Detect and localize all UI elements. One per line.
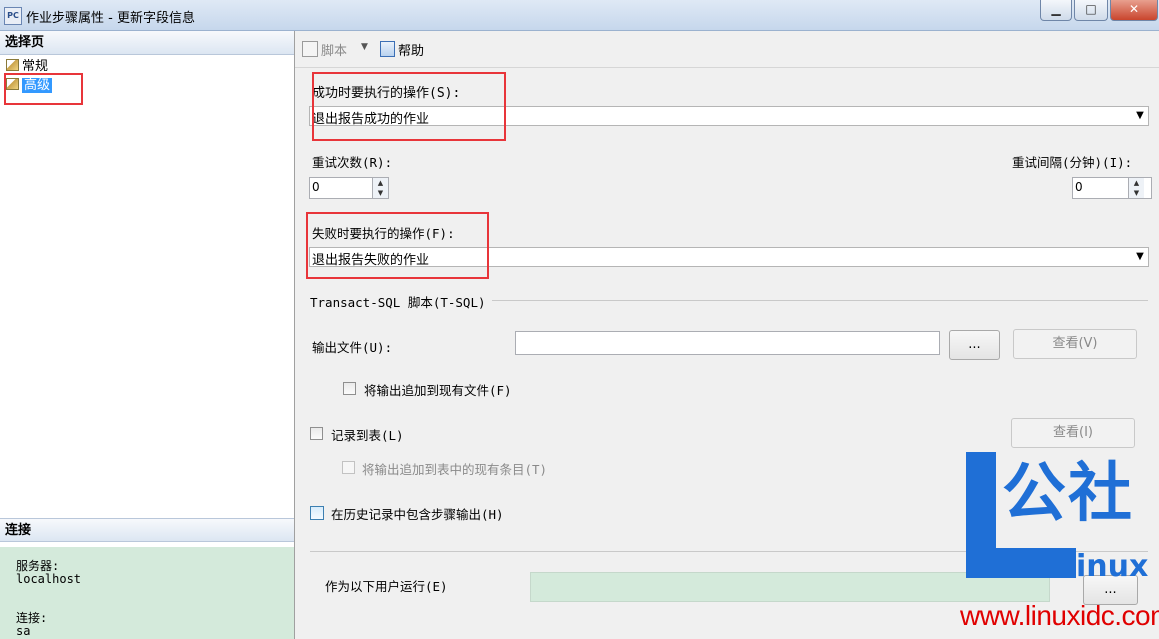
output-file-browse-button[interactable]: ... (949, 330, 1000, 360)
watermark-gongshe: 公社 (1002, 457, 1134, 531)
annotation-box (312, 72, 506, 141)
app-icon: PC (4, 7, 22, 25)
log-to-table-checkbox[interactable] (310, 427, 323, 440)
server-value: localhost (16, 572, 82, 586)
nav-item-label: 常规 (22, 59, 49, 74)
retry-attempts-value: 0 (312, 180, 320, 194)
close-button[interactable]: ✕ (1110, 0, 1158, 21)
log-to-table-label: 记录到表(L) (331, 428, 404, 443)
spin-down-icon[interactable]: ▼ (373, 188, 388, 198)
spin-down-icon[interactable]: ▼ (1129, 188, 1144, 198)
output-file-label: 输出文件(U): (312, 340, 393, 355)
spin-up-icon[interactable]: ▲ (373, 178, 388, 188)
retry-attempts-label: 重试次数(R): (312, 155, 393, 170)
window-title: 作业步骤属性 - 更新字段信息 (26, 11, 195, 26)
include-history-label: 在历史记录中包含步骤输出(H) (331, 507, 504, 522)
maximize-button[interactable]: □ (1074, 0, 1108, 21)
annotation-box (306, 212, 489, 279)
spin-buttons[interactable]: ▲ ▼ (372, 178, 388, 198)
select-page-header: 选择页 (0, 31, 294, 55)
script-button[interactable]: 脚本 (302, 40, 347, 59)
help-icon (380, 41, 395, 57)
run-as-label: 作为以下用户运行(E) (325, 579, 448, 594)
spin-buttons[interactable]: ▲ ▼ (1128, 178, 1144, 198)
window-title-bar[interactable]: PC 作业步骤属性 - 更新字段信息 ▁ □ ✕ (0, 0, 1159, 31)
script-icon (302, 41, 318, 57)
script-dropdown-arrow[interactable]: ▼ (361, 42, 368, 52)
watermark-logo-l-base (966, 548, 1076, 578)
view-output-button[interactable]: 查看(V) (1013, 329, 1137, 359)
retry-interval-value: 0 (1075, 180, 1083, 194)
toolbar: 脚本 ▼ 帮助 (295, 31, 1159, 68)
append-output-checkbox[interactable] (343, 382, 356, 395)
append-table-checkbox[interactable] (342, 461, 355, 474)
output-file-input[interactable] (515, 331, 940, 355)
connection-value: sa (16, 624, 31, 638)
append-output-label: 将输出追加到现有文件(F) (364, 383, 512, 398)
minimize-button[interactable]: ▁ (1040, 0, 1072, 21)
view-table-button[interactable]: 查看(I) (1011, 418, 1135, 448)
connection-header: 连接 (0, 518, 294, 542)
script-label: 脚本 (321, 44, 348, 59)
watermark-url: www.linuxidc.com (960, 600, 1159, 631)
help-label: 帮助 (398, 44, 425, 59)
chevron-down-icon: ▼ (1136, 251, 1144, 262)
retry-interval-label: 重试间隔(分钟)(I): (1012, 155, 1133, 170)
tsql-group-label: Transact-SQL 脚本(T-SQL) (310, 292, 492, 311)
left-panel: 选择页 常规 高级 连接 服务器: localhost 连接: sa (0, 31, 295, 639)
retry-attempts-stepper[interactable]: 0 ▲ ▼ (309, 177, 389, 199)
retry-interval-stepper[interactable]: 0 ▲ ▼ (1072, 177, 1152, 199)
page-properties-icon (6, 59, 19, 71)
watermark-inux: inux (1076, 549, 1149, 584)
chevron-down-icon: ▼ (1136, 110, 1144, 121)
annotation-box (4, 73, 83, 105)
spin-up-icon[interactable]: ▲ (1129, 178, 1144, 188)
append-table-label: 将输出追加到表中的现有条目(T) (362, 462, 548, 477)
connection-info: 服务器: localhost 连接: sa (0, 547, 294, 639)
help-button[interactable]: 帮助 (380, 40, 424, 59)
include-history-checkbox[interactable] (310, 506, 324, 520)
